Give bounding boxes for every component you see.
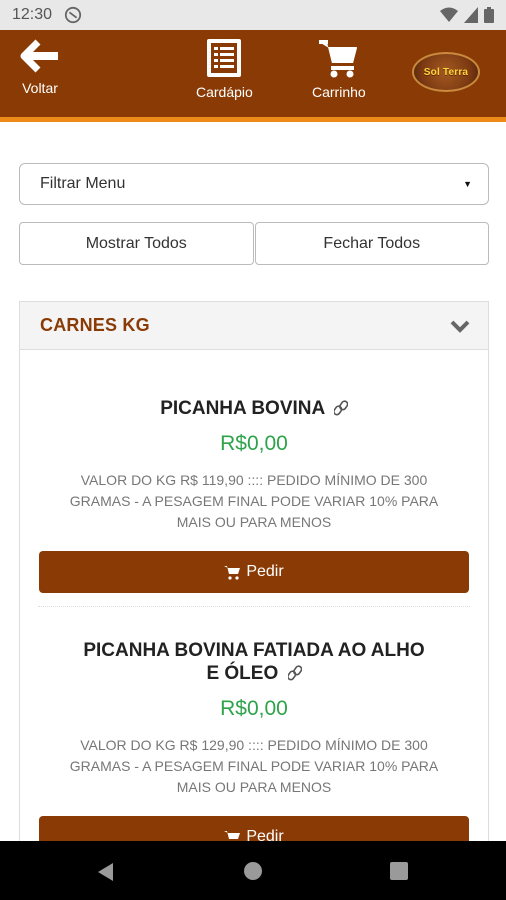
product-item: PICANHA BOVINA R$0,00 VALOR DO KG R$ 119… [20,397,488,593]
signal-icon [464,7,478,23]
app-header: Voltar Cardápio Carrinho Sol Terra [0,30,506,122]
restaurant-logo: Sol Terra [412,52,480,92]
cart-icon [224,830,241,841]
dnd-icon [64,6,82,24]
battery-icon [484,7,494,23]
category-panel: CARNES KG PICANHA BOVINA R$0,00 VALOR DO… [19,301,489,841]
product-name-line-wrap: E ÓLEO [46,662,462,685]
expand-collapse-buttons: Mostrar Todos Fechar Todos [19,222,489,265]
order-button[interactable]: Pedir [39,816,469,841]
chevron-down-icon[interactable] [450,319,470,333]
order-button-label: Pedir [246,828,284,841]
product-description-line: MAIS OU PARA MENOS [176,779,332,795]
cart-label: Carrinho [312,84,366,100]
menu-button[interactable]: Cardápio [196,38,253,100]
product-name-line: PICANHA BOVINA FATIADA AO ALHO [83,640,425,661]
order-button-label: Pedir [246,563,284,580]
close-all-button[interactable]: Fechar Todos [254,222,489,265]
product-price: R$0,00 [220,432,288,455]
product-description-line: VALOR DO KG R$ 129,90 :::: PEDIDO MÍNIMO… [80,737,428,753]
dropdown-caret-icon: ▼ [463,179,472,189]
menu-label: Cardápio [196,84,253,100]
product-description: VALOR DO KG R$ 119,90 :::: PEDIDO MÍNIMO… [20,470,488,533]
product-description-line: MAIS OU PARA MENOS [176,514,332,530]
product-name-line: E ÓLEO [206,663,279,684]
product-name: PICANHA BOVINA [20,397,488,420]
filter-menu-value: Filtrar Menu [40,175,126,192]
link-icon[interactable] [333,400,348,416]
menu-list-icon [207,39,242,77]
cart-icon [318,40,357,78]
status-icons [440,7,494,23]
product-description-line: VALOR DO KG R$ 119,90 :::: PEDIDO MÍNIMO… [80,472,428,488]
link-icon[interactable] [287,665,302,681]
arrow-left-icon [20,39,58,73]
cart-icon [224,565,241,580]
system-nav-bar [0,841,506,900]
product-description: VALOR DO KG R$ 129,90 :::: PEDIDO MÍNIMO… [20,735,488,798]
product-description-line: GRAMAS - A PESAGEM FINAL PODE VARIAR 10%… [69,758,439,774]
menu-content: Filtrar Menu ▼ Mostrar Todos Fechar Todo… [0,127,506,841]
divider [38,606,470,607]
wifi-icon [440,7,458,22]
product-name-text: PICANHA BOVINA [160,398,325,419]
logo-text: Sol Terra [423,66,469,78]
nav-back-icon[interactable] [98,863,113,881]
category-header[interactable]: CARNES KG [20,302,488,350]
show-all-button[interactable]: Mostrar Todos [19,222,254,265]
nav-home-icon[interactable] [244,862,262,880]
back-label: Voltar [22,80,58,96]
nav-recents-icon[interactable] [390,862,408,880]
status-bar: 12:30 [0,0,506,30]
back-button[interactable]: Voltar [20,38,60,96]
cart-button[interactable]: Carrinho [312,38,366,100]
order-button[interactable]: Pedir [39,551,469,593]
filter-menu-select[interactable]: Filtrar Menu ▼ [19,163,489,205]
product-description-line: GRAMAS - A PESAGEM FINAL PODE VARIAR 10%… [69,493,439,509]
status-time: 12:30 [12,6,53,23]
product-item: PICANHA BOVINA FATIADA AO ALHO E ÓLEO R$… [20,639,488,841]
category-title: CARNES KG [40,315,150,335]
product-name: PICANHA BOVINA FATIADA AO ALHO E ÓLEO [20,639,488,685]
product-price: R$0,00 [220,697,288,720]
